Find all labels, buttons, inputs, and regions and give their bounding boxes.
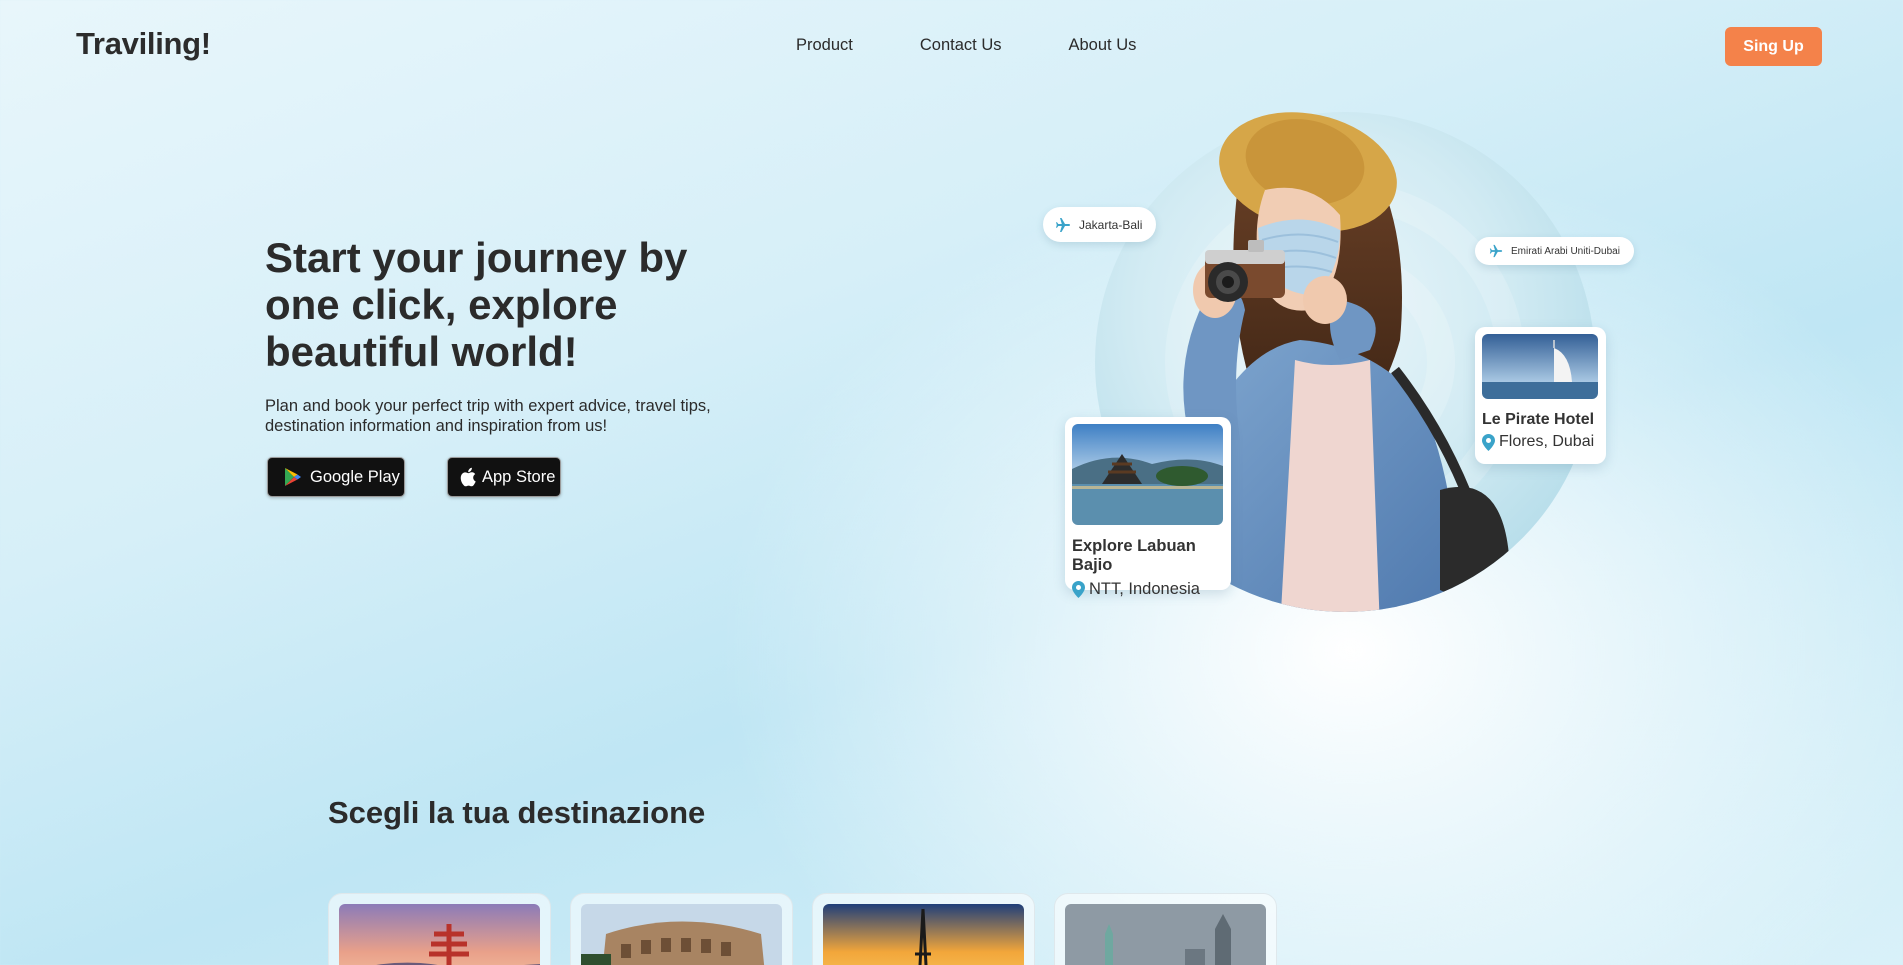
card-location: NTT, Indonesia (1072, 580, 1224, 599)
destination-card-labuan-bajo[interactable]: Explore Labuan Bajio NTT, Indonesia (1065, 417, 1231, 598)
site-header: Traviling! Product Contact Us About Us S… (0, 0, 1903, 92)
destinations-heading: Scegli la tua destinazione (328, 795, 706, 830)
destination-card-rome[interactable] (570, 893, 793, 965)
nav-link-about-us[interactable]: About Us (1069, 36, 1137, 55)
colosseum-image (581, 904, 782, 965)
app-store-button[interactable]: App Store (447, 457, 561, 497)
flight-badge-label: Emirati Arabi Uniti-Dubai (1511, 245, 1620, 257)
airplane-icon (1489, 244, 1503, 258)
map-pin-icon (1482, 433, 1495, 451)
eiffel-tower-image (823, 904, 1024, 965)
destination-card-new-york[interactable] (1054, 893, 1277, 965)
card-location: Flores, Dubai (1482, 433, 1599, 451)
google-play-label: Google Play (310, 467, 400, 486)
google-play-button[interactable]: Google Play (267, 457, 405, 497)
map-pin-icon (1072, 581, 1085, 598)
temple-lake-image (1072, 424, 1223, 525)
flight-badge-jakarta-bali: Jakarta-Bali (1043, 207, 1157, 242)
hero-title: Start your journey by one click, explore… (265, 234, 688, 375)
nav-link-contact-us[interactable]: Contact Us (920, 36, 1002, 55)
destination-card-japan[interactable] (328, 893, 551, 965)
card-title: Explore Labuan Bajio (1072, 537, 1196, 574)
statue-of-liberty-image (1065, 904, 1266, 965)
card-location-text: NTT, Indonesia (1089, 580, 1200, 598)
app-store-label: App Store (482, 467, 556, 486)
google-play-icon (282, 466, 304, 488)
apple-icon (458, 466, 480, 488)
nav-link-product[interactable]: Product (796, 36, 853, 55)
flight-badge-dubai: Emirati Arabi Uniti-Dubai (1475, 237, 1634, 265)
destination-card-paris[interactable] (812, 893, 1035, 965)
main-nav: Product Contact Us About Us (796, 36, 1136, 55)
signup-button[interactable]: Sing Up (1725, 27, 1822, 66)
hero-subtitle: Plan and book your perfect trip with exp… (265, 397, 711, 435)
burj-al-arab-image (1482, 334, 1598, 399)
hotel-card-le-pirate[interactable]: Le Pirate Hotel Flores, Dubai (1475, 327, 1606, 464)
card-location-text: Flores, Dubai (1499, 433, 1595, 450)
japan-pagoda-image (339, 904, 540, 965)
site-logo[interactable]: Traviling! (76, 26, 211, 62)
airplane-icon (1055, 217, 1071, 233)
flight-badge-label: Jakarta-Bali (1079, 217, 1143, 232)
card-title: Le Pirate Hotel (1482, 411, 1595, 428)
